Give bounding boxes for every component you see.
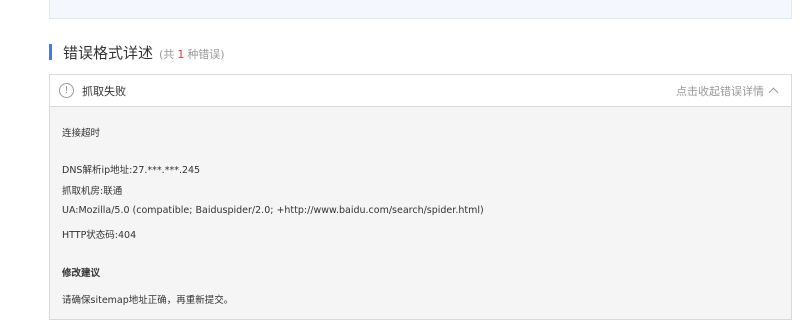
error-type-title: 抓取失败 [82, 84, 126, 98]
advice-title: 修改建议 [62, 268, 101, 279]
error-count: (共 1 种错误) [159, 47, 225, 61]
error-detail-panel: ! 抓取失败 点击收起错误详情 连接超时 DNS解析ip地址:27.***.**… [49, 74, 792, 320]
section-title: 错误格式详述 [63, 43, 154, 62]
chevron-up-icon [768, 87, 779, 97]
http-status-text: HTTP状态码:404 [62, 230, 137, 241]
isp-text: 抓取机房:联通 [62, 186, 123, 197]
collapse-label: 点击收起错误详情 [676, 84, 764, 98]
collapse-details-button[interactable]: 点击收起错误详情 [676, 83, 779, 99]
dns-text: DNS解析ip地址:27.***.***.245 [62, 165, 201, 176]
error-count-number: 1 [177, 47, 185, 61]
warning-icon: ! [59, 83, 74, 98]
previous-info-box [49, 0, 792, 19]
user-agent-text: UA:Mozilla/5.0 (compatible; Baiduspider/… [62, 205, 484, 216]
panel-header: ! 抓取失败 点击收起错误详情 [50, 75, 791, 107]
advice-text: 请确保sitemap地址正确，再重新提交。 [62, 295, 234, 306]
timeout-text: 连接超时 [62, 128, 101, 139]
section-header: 错误格式详述 (共 1 种错误) [49, 42, 225, 62]
section-accent-bar [49, 44, 52, 60]
